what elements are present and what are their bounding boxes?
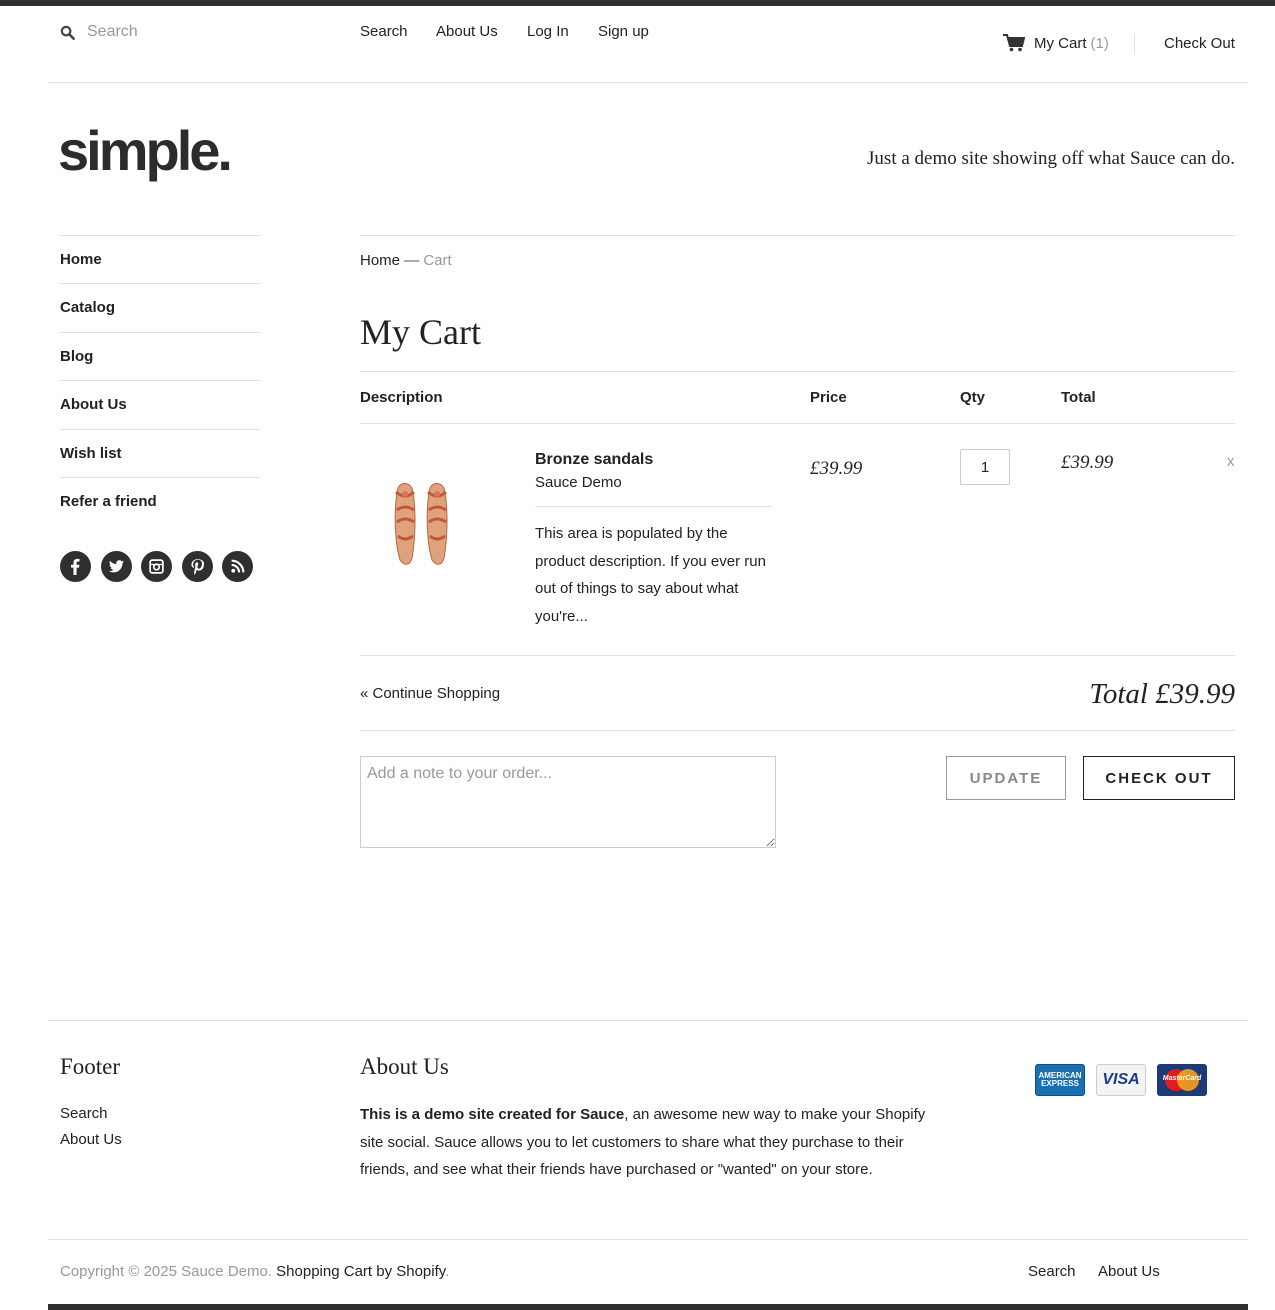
item-total: £39.99 — [1061, 452, 1114, 473]
remove-item-button[interactable]: x — [1227, 453, 1235, 470]
table-header-rule — [360, 423, 1235, 424]
rss-icon[interactable] — [222, 551, 253, 582]
header-divider — [1134, 34, 1135, 54]
sidebar-item-refer-a-friend[interactable]: Refer a friend — [60, 477, 260, 526]
total-bottom-rule — [360, 730, 1235, 731]
footer-about-bold: This is a demo site created for — [360, 1106, 576, 1123]
page-title: My Cart — [360, 312, 481, 352]
cart-label: My Cart — [1034, 34, 1087, 52]
pinterest-icon[interactable] — [181, 551, 213, 582]
update-cart-button[interactable]: UPDATE — [946, 756, 1066, 800]
header-checkout-link[interactable]: Check Out — [1164, 35, 1235, 52]
breadcrumb-current[interactable]: Cart — [423, 252, 451, 269]
continue-shopping-link[interactable]: « Continue Shopping — [360, 685, 500, 702]
sidebar-item-blog[interactable]: Blog — [60, 331, 260, 381]
content-top-rule — [360, 235, 1235, 236]
topnav-log-in[interactable]: Log In — [527, 23, 569, 40]
product-description: This area is populated by the product de… — [535, 525, 766, 625]
breadcrumb-separator: — — [404, 252, 420, 269]
bottom-link-search[interactable]: Search — [1028, 1263, 1076, 1280]
topnav-search[interactable]: Search — [360, 23, 408, 40]
cart-count: (1) — [1090, 34, 1109, 52]
copyright-text: Copyright © 2025 Sauce Demo. — [60, 1263, 272, 1280]
footer-about-text: This is a demo site created for Sauce, a… — [360, 1101, 940, 1184]
sidebar-item-about-us[interactable]: About Us — [60, 380, 260, 429]
bottom-bar — [48, 1304, 1248, 1310]
table-top-rule — [360, 371, 1235, 372]
social-links — [60, 551, 263, 582]
facebook-icon[interactable] — [60, 551, 91, 582]
amex-card-icon: AMERICAN EXPRESS — [1035, 1064, 1085, 1096]
search-icon — [60, 25, 75, 40]
cart-icon — [1003, 34, 1025, 52]
order-note-textarea[interactable] — [360, 756, 776, 848]
footer-about-title: About Us — [360, 1054, 449, 1079]
payment-methods: AMERICAN EXPRESS VISA MasterCard — [1035, 1064, 1218, 1096]
instagram-icon[interactable] — [141, 551, 172, 582]
sidebar-item-wish-list[interactable]: Wish list — [60, 428, 260, 478]
site-tagline: Just a demo site showing off what Sauce … — [867, 148, 1235, 169]
header-rule — [48, 82, 1248, 83]
search-box[interactable] — [60, 21, 300, 43]
copyright-rule — [48, 1239, 1248, 1240]
sidebar-item-catalog[interactable]: Catalog — [60, 283, 260, 332]
column-header-price: Price — [810, 389, 847, 406]
column-header-description: Description — [360, 389, 443, 406]
top-bar — [0, 0, 1275, 6]
mastercard-card-icon: MasterCard — [1157, 1064, 1207, 1096]
my-cart-link[interactable]: My Cart (1) — [1003, 34, 1109, 52]
column-header-total: Total — [1061, 389, 1096, 406]
quantity-input[interactable] — [960, 449, 1010, 485]
row-bottom-rule — [360, 655, 1235, 656]
footer-column-title: Footer — [60, 1054, 121, 1079]
copyright: Copyright © 2025 Sauce Demo. Shopping Ca… — [60, 1263, 450, 1280]
product-image-sandals[interactable] — [384, 470, 464, 570]
footer-top-rule — [48, 1020, 1248, 1021]
topnav-sign-up[interactable]: Sign up — [598, 23, 649, 40]
sauce-link[interactable]: Sauce — [580, 1106, 624, 1123]
product-vendor: Sauce Demo — [535, 474, 622, 491]
product-name-link[interactable]: Bronze sandals — [535, 451, 653, 469]
column-header-qty: Qty — [960, 389, 986, 406]
search-input[interactable] — [87, 23, 287, 41]
breadcrumb-home[interactable]: Home — [360, 252, 400, 269]
sidebar-nav: Home Catalog Blog About Us Wish list Ref… — [60, 235, 260, 526]
bottom-link-about-us[interactable]: About Us — [1098, 1263, 1160, 1280]
footer-link-about-us[interactable]: About Us — [60, 1131, 122, 1148]
visa-card-icon: VISA — [1096, 1064, 1146, 1096]
item-price: £39.99 — [810, 458, 863, 479]
topnav-about-us[interactable]: About Us — [436, 23, 498, 40]
footer-link-search[interactable]: Search — [60, 1105, 108, 1122]
cart-grand-total: Total £39.99 — [1089, 678, 1235, 710]
breadcrumb: Home — Cart — [360, 252, 452, 269]
checkout-button[interactable]: CHECK OUT — [1083, 756, 1235, 800]
sidebar-item-home[interactable]: Home — [60, 235, 260, 283]
shopify-link[interactable]: Shopping Cart by Shopify — [276, 1263, 445, 1280]
twitter-icon[interactable] — [100, 551, 132, 582]
product-divider — [535, 506, 773, 507]
site-logo[interactable]: simple. — [58, 118, 233, 183]
